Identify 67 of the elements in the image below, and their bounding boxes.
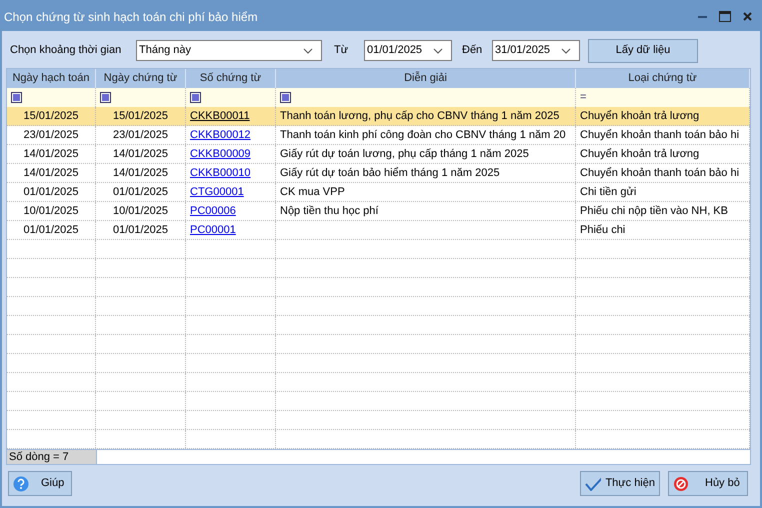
table-cell-text: Thanh toán lương, phụ cấp cho CBNV tháng 1 năm 2025 xyxy=(280,108,560,124)
table-cell-text: 23/01/2025 xyxy=(112,128,168,143)
period-label: Chọn khoảng thời gian xyxy=(10,43,122,58)
table-cell-text: 14/01/2025 xyxy=(112,166,168,181)
from-date-picker[interactable]: 01/01/2025 xyxy=(364,40,452,61)
help-button[interactable]: Giúp xyxy=(8,471,72,496)
table-cell-text: 01/01/2025 xyxy=(112,222,168,238)
cancel-icon xyxy=(673,476,689,492)
table-cell-text: 01/01/2025 xyxy=(23,222,79,238)
table-cell-text: 01/01/2025 xyxy=(112,184,168,200)
cancel-button[interactable]: Hủy bỏ xyxy=(668,471,748,496)
filter-icon[interactable] xyxy=(100,92,111,103)
table-cell-text: Thanh toán kinh phí công đoàn cho CBNV tháng 1 năm 20 xyxy=(280,128,566,143)
table-cell-text: Phiếu chi xyxy=(580,222,626,238)
voucher-link[interactable]: PC00001 xyxy=(190,222,236,238)
minimize-icon[interactable] xyxy=(698,15,707,18)
to-date-picker[interactable]: 31/01/2025 xyxy=(492,40,580,61)
table-cell-text: Giấy rút dự toán lương, phụ cấp tháng 1 năm 2025 xyxy=(280,146,529,162)
table-cell-text: Chuyển khoản thanh toán bảo hi xyxy=(580,128,740,143)
filter-icon[interactable] xyxy=(280,92,291,103)
table-cell-text: 15/01/2025 xyxy=(112,108,168,124)
table-row[interactable]: 15/01/2025 15/01/2025 CKKB00011 Thanh toán lương, phụ cấp cho CBNV tháng 1 năm 2025 Chuyển khoản trả lương xyxy=(7,107,750,126)
voucher-link[interactable]: CKKB00011 xyxy=(190,108,250,124)
table-row[interactable]: 10/01/2025 10/01/2025 PC00006 Nộp tiền thu học phí Phiếu chi nộp tiền vào NH, KB xyxy=(7,202,750,221)
table-row[interactable]: 01/01/2025 01/01/2025 PC00001 Phiếu chi xyxy=(7,221,750,240)
table-cell-text: 14/01/2025 xyxy=(23,146,79,162)
voucher-link[interactable]: CTG00001 xyxy=(190,184,244,200)
table-cell-text: Giấy rút dự toán bảo hiểm tháng 1 năm 2025 xyxy=(280,166,500,181)
table-cell-text: Chi tiền gửi xyxy=(580,184,636,200)
help-icon xyxy=(13,476,29,492)
table-cell-text: 14/01/2025 xyxy=(23,166,79,181)
close-icon[interactable] xyxy=(743,12,752,21)
voucher-link[interactable]: CKKB00009 xyxy=(190,146,251,162)
table-cell-text: Chuyển khoản trả lương xyxy=(580,108,700,124)
maximize-icon[interactable] xyxy=(719,11,731,22)
table-cell-text: Phiếu chi nộp tiền vào NH, KB xyxy=(580,204,728,219)
chevron-down-icon xyxy=(433,48,443,54)
table-cell-text: 23/01/2025 xyxy=(23,128,79,143)
table-cell-text: 10/01/2025 xyxy=(112,204,168,219)
filter-operator[interactable]: = xyxy=(580,89,586,106)
window-title: Chọn chứng từ sinh hạch toán chi phí bảo hiểm xyxy=(4,8,258,26)
table-cell-text: Chuyển khoản trả lương xyxy=(580,146,700,162)
to-label: Đến xyxy=(462,43,484,58)
table-cell-text: Nộp tiền thu học phí xyxy=(280,204,378,219)
voucher-link[interactable]: CKKB00010 xyxy=(190,164,251,182)
voucher-link[interactable]: CKKB00012 xyxy=(190,126,251,144)
table-cell-text: 15/01/2025 xyxy=(23,108,79,124)
execute-button[interactable]: Thực hiện xyxy=(580,471,660,496)
filter-icon[interactable] xyxy=(11,92,22,103)
from-label: Từ xyxy=(334,43,350,58)
table-row[interactable]: 23/01/2025 23/01/2025 CKKB00012 Thanh toán kinh phí công đoàn cho CBNV tháng 1 năm 20 Chuyển khoản thanh toán bảo hi xyxy=(7,126,750,145)
table-row[interactable]: 01/01/2025 01/01/2025 CTG00001 CK mua VPP Chi tiền gửi xyxy=(7,183,750,202)
fetch-button[interactable]: Lấy dữ liệu xyxy=(588,38,698,62)
table-cell-text: 10/01/2025 xyxy=(23,204,79,219)
period-dropdown[interactable]: Tháng này xyxy=(136,40,322,61)
table-cell-text: 01/01/2025 xyxy=(23,184,79,200)
table-cell-text: CK mua VPP xyxy=(280,184,345,200)
filter-icon[interactable] xyxy=(190,92,201,103)
row-count: Số dòng = 7 xyxy=(7,450,96,464)
chevron-down-icon xyxy=(561,48,571,54)
chevron-down-icon xyxy=(303,48,313,54)
voucher-link[interactable]: PC00006 xyxy=(190,202,236,220)
table-cell-text: Chuyển khoản thanh toán bảo hi xyxy=(580,166,740,181)
table-row[interactable]: 14/01/2025 14/01/2025 CKKB00010 Giấy rút dự toán bảo hiểm tháng 1 năm 2025 Chuyển khoản thanh toán bảo hi xyxy=(7,164,750,183)
table-row[interactable]: 14/01/2025 14/01/2025 CKKB00009 Giấy rút dự toán lương, phụ cấp tháng 1 năm 2025 Chuyển khoản trả lương xyxy=(7,145,750,164)
table-cell-text: 14/01/2025 xyxy=(112,146,168,162)
checkmark-icon xyxy=(585,476,602,490)
